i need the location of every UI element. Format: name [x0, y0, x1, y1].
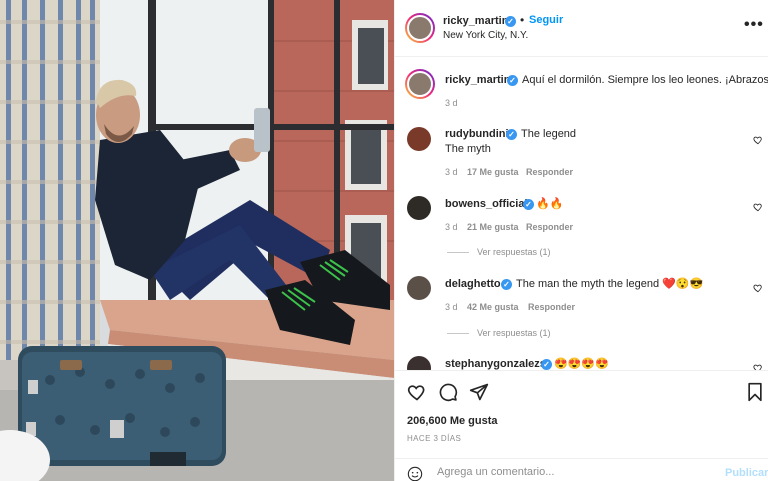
reply-button[interactable]: Responder: [526, 167, 573, 177]
author-avatar[interactable]: [405, 13, 435, 43]
more-options-icon[interactable]: •••: [744, 16, 764, 34]
replies-divider: [447, 332, 469, 334]
post-actions: 206,600 Me gusta HACE 3 DÍAS: [395, 370, 768, 458]
reply-button[interactable]: Responder: [528, 302, 575, 312]
verified-badge-icon: ✓: [507, 75, 518, 86]
comment-username[interactable]: stephanygonzalezs: [445, 358, 546, 370]
replies-divider: [447, 251, 469, 253]
comment-like-count[interactable]: 21 Me gusta: [467, 222, 519, 232]
author-username[interactable]: ricky_martin: [443, 15, 508, 27]
comment-like-heart-icon[interactable]: [753, 283, 763, 293]
caption-time: 3 d: [445, 98, 458, 108]
comment-text: 🔥🔥: [536, 198, 564, 210]
verified-badge-icon: ✓: [506, 129, 517, 140]
comment-text: The man the myth the legend ❤️😯😎: [516, 278, 704, 290]
paper-plane-icon[interactable]: [469, 382, 489, 402]
verified-badge-icon: ✓: [523, 199, 534, 210]
comment-username[interactable]: delaghetto: [445, 278, 501, 290]
view-replies-button[interactable]: Ver respuestas (1): [447, 328, 551, 338]
view-replies-label[interactable]: Ver respuestas (1): [477, 328, 551, 338]
comments-list[interactable]: ricky_martin ✓ Aquí el dormilón. Siempre…: [395, 57, 768, 370]
comment-time: 3 d: [445, 167, 458, 177]
post-photo-image: [0, 0, 394, 481]
comment-like-count[interactable]: 17 Me gusta: [467, 167, 519, 177]
comment-like-heart-icon[interactable]: [753, 363, 763, 370]
comment-text: The legend: [521, 128, 577, 140]
comment-input[interactable]: [437, 466, 697, 478]
post-photo[interactable]: [0, 0, 394, 481]
publish-button[interactable]: Publicar: [725, 467, 768, 479]
smiley-icon[interactable]: [407, 466, 423, 481]
post-location[interactable]: New York City, N.Y.: [443, 30, 528, 41]
post-side-panel: ricky_martin ✓ • Seguir New York City, N…: [394, 0, 768, 481]
heart-outline-icon[interactable]: [407, 382, 427, 402]
commenter-avatar[interactable]: [407, 127, 431, 151]
reply-button[interactable]: Responder: [526, 222, 573, 232]
comment-like-heart-icon[interactable]: [753, 202, 763, 212]
comment-like-count[interactable]: 42 Me gusta: [467, 302, 519, 312]
comment-like-heart-icon[interactable]: [753, 135, 763, 145]
comment-time: 3 d: [445, 302, 458, 312]
caption-text: Aquí el dormilón. Siempre los leo leones…: [522, 74, 768, 86]
comment-username[interactable]: bowens_official: [445, 198, 528, 210]
commenter-avatar[interactable]: [407, 196, 431, 220]
caption-username[interactable]: ricky_martin: [445, 74, 510, 86]
comment-time: 3 d: [445, 222, 458, 232]
commenter-avatar[interactable]: [407, 356, 431, 370]
comment-icon[interactable]: [438, 382, 458, 402]
separator-dot: •: [520, 13, 525, 27]
commenter-avatar[interactable]: [407, 276, 431, 300]
caption-avatar[interactable]: [405, 69, 435, 99]
add-comment-bar: Publicar: [395, 458, 768, 481]
post-date: HACE 3 DÍAS: [407, 434, 462, 443]
post-header: ricky_martin ✓ • Seguir New York City, N…: [395, 0, 768, 57]
verified-badge-icon: ✓: [501, 279, 512, 290]
verified-badge-icon: ✓: [505, 16, 516, 27]
comment-username[interactable]: rudybundini: [445, 128, 509, 140]
likes-count[interactable]: 206,600 Me gusta: [407, 415, 498, 427]
bookmark-icon[interactable]: [745, 382, 765, 402]
view-replies-button[interactable]: Ver respuestas (1): [447, 247, 551, 257]
view-replies-label[interactable]: Ver respuestas (1): [477, 247, 551, 257]
verified-badge-icon: ✓: [541, 359, 552, 370]
follow-button[interactable]: Seguir: [529, 14, 563, 26]
comment-text-line2: The myth: [445, 143, 491, 155]
comment-text: 😍😍😍😍: [554, 358, 609, 370]
